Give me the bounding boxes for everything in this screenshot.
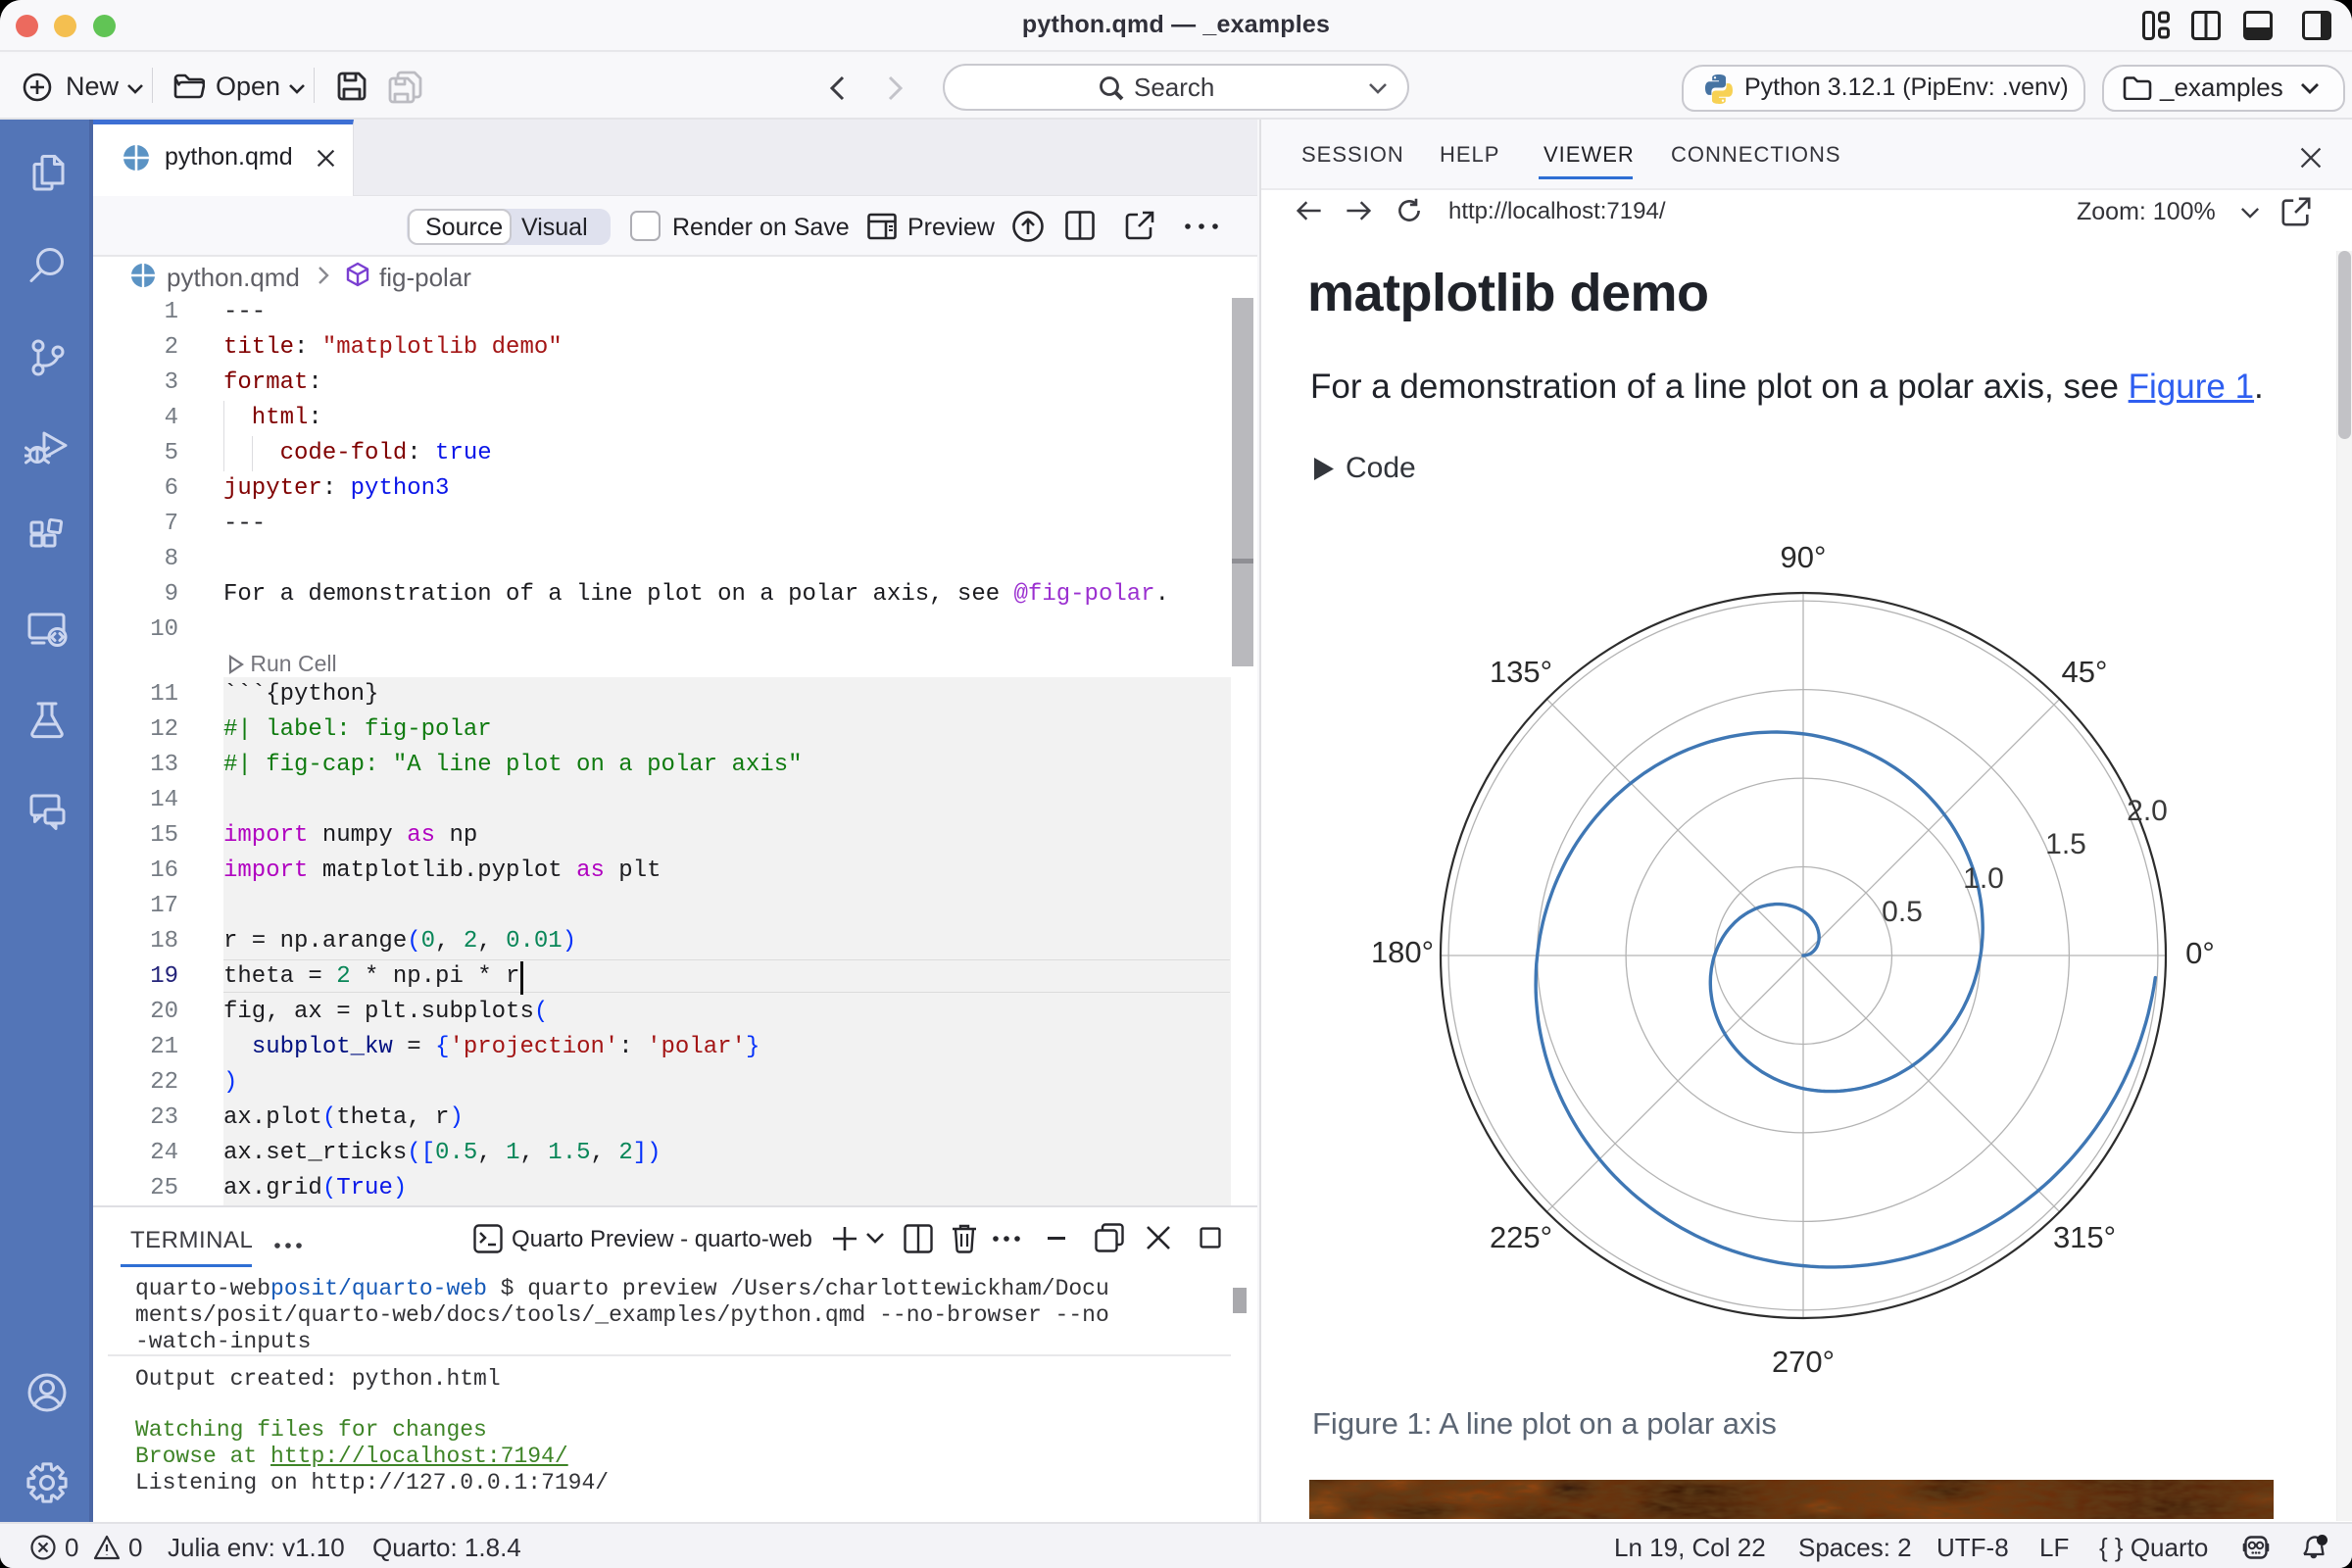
svg-text:90°: 90° xyxy=(1781,540,1827,574)
svg-text:1.5: 1.5 xyxy=(2045,828,2086,860)
svg-text:0.5: 0.5 xyxy=(1882,896,1923,928)
svg-text:135°: 135° xyxy=(1490,655,1552,689)
svg-text:225°: 225° xyxy=(1490,1220,1552,1254)
svg-text:1.0: 1.0 xyxy=(1963,862,2004,895)
svg-text:180°: 180° xyxy=(1371,935,1434,969)
svg-text:0°: 0° xyxy=(2185,936,2215,970)
svg-text:45°: 45° xyxy=(2062,655,2108,689)
svg-text:2.0: 2.0 xyxy=(2127,795,2168,827)
svg-text:270°: 270° xyxy=(1772,1345,1835,1379)
svg-text:315°: 315° xyxy=(2053,1220,2116,1254)
